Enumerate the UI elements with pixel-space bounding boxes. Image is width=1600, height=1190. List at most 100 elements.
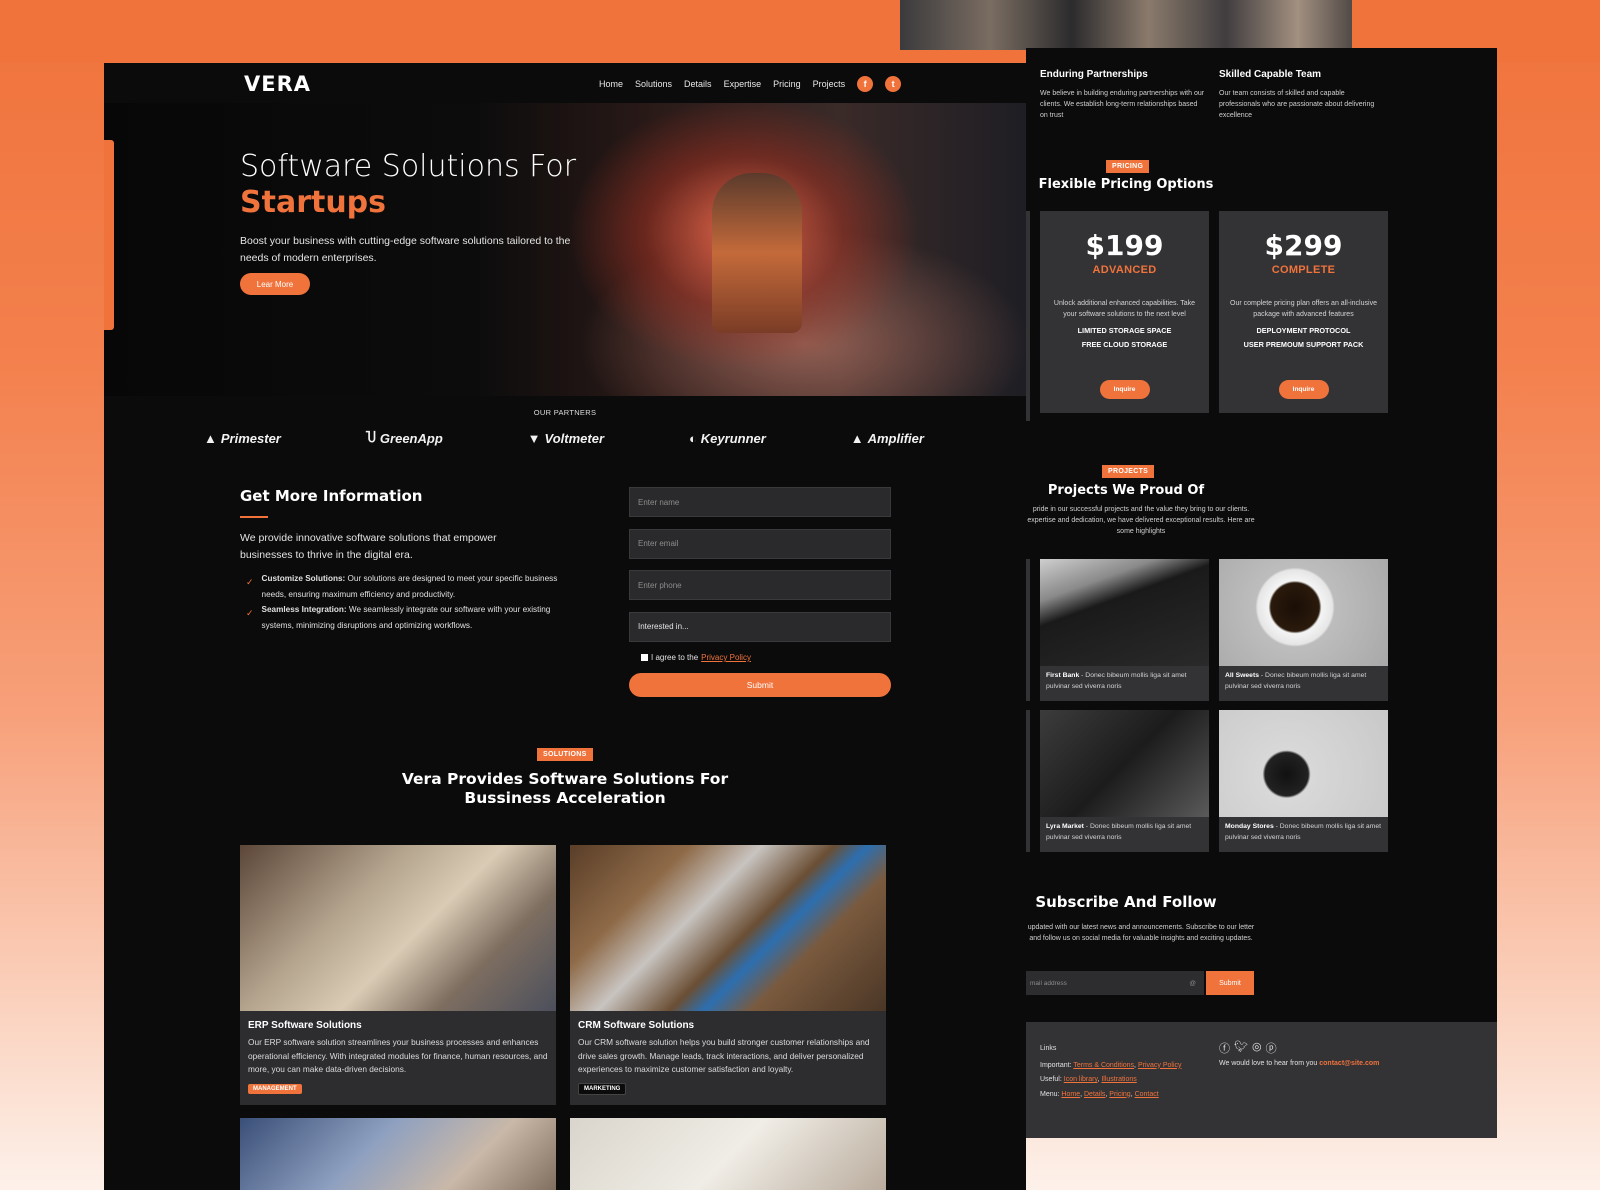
partner-keyrunner[interactable]: ◐ Keyrunner bbox=[689, 430, 766, 446]
vera-logo[interactable]: VERA bbox=[244, 72, 311, 96]
partners-row: ▲ Primester Ⴎ GreenApp ▼ Voltmeter ◐ Keyrunn… bbox=[204, 430, 924, 446]
name-input[interactable]: Enter name bbox=[629, 487, 891, 517]
partner-name: Voltmeter bbox=[544, 430, 605, 446]
headphones-image bbox=[1219, 710, 1388, 817]
price-amount: $299 bbox=[1264, 229, 1343, 262]
crm-solution-card[interactable]: CRM Software Solutions Our CRM software … bbox=[570, 845, 886, 1105]
project-card-monday-stores[interactable]: Monday Stores - Donec bibeum mollis liga… bbox=[1219, 710, 1388, 852]
side-accent-bar bbox=[104, 140, 114, 330]
subscribe-button[interactable]: Submit bbox=[1206, 971, 1254, 995]
footer-social: ⓕ 🐦︎ ◎ ⓟ We would love to hear from you … bbox=[1219, 1040, 1379, 1067]
inquire-button[interactable]: Inquire bbox=[1099, 380, 1150, 399]
privacy-link[interactable]: Privacy Policy bbox=[1138, 1062, 1182, 1069]
info-heading: Get More Information bbox=[240, 487, 423, 505]
project-caption: Lyra Market - Donec bibeum mollis liga s… bbox=[1040, 817, 1209, 843]
card-edge bbox=[1026, 211, 1030, 421]
info-text: We provide innovative software solutions… bbox=[240, 532, 497, 561]
twitter-icon[interactable]: 🐦︎ bbox=[1234, 1040, 1248, 1056]
plan-feature: FREE CLOUD STORAGE bbox=[1081, 340, 1168, 349]
card-text: Our ERP software solution streamlines yo… bbox=[248, 1037, 548, 1074]
agree-checkbox[interactable] bbox=[641, 654, 648, 661]
phone-input[interactable]: Enter phone bbox=[629, 570, 891, 600]
instagram-icon[interactable]: ◎ bbox=[1252, 1040, 1262, 1056]
interest-select[interactable]: Interested in... bbox=[629, 611, 891, 642]
plan-feature: DEPLOYMENT PROTOCOL bbox=[1256, 326, 1351, 335]
feature-enduring-partnerships: Enduring Partnerships We believe in buil… bbox=[1040, 69, 1205, 121]
email-subscribe-input[interactable]: mail address @ bbox=[1026, 971, 1204, 995]
list-item-text: Customize Solutions: Our solutions are d… bbox=[262, 571, 566, 602]
footer-details-link[interactable]: Details bbox=[1084, 1091, 1105, 1098]
feature-title: Skilled Capable Team bbox=[1219, 69, 1322, 80]
plan-feature: LIMITED STORAGE SPACE bbox=[1077, 326, 1172, 335]
card-title: ERP Software Solutions bbox=[248, 1020, 362, 1031]
facebook-icon[interactable]: ⓕ bbox=[1219, 1040, 1230, 1056]
at-icon: @ bbox=[1189, 979, 1196, 987]
card-title: CRM Software Solutions bbox=[578, 1020, 695, 1031]
heading-underline bbox=[240, 516, 268, 518]
learn-more-button[interactable]: Lear More bbox=[240, 273, 310, 295]
footer-home-link[interactable]: Home bbox=[1061, 1091, 1080, 1098]
projects-tag: PROJECTS bbox=[1102, 465, 1155, 478]
contact-email-link[interactable]: contact@site.com bbox=[1319, 1060, 1379, 1067]
hero-title-main: Software Solutions For bbox=[240, 149, 577, 184]
hero-subtitle: Boost your business with cutting-edge so… bbox=[240, 235, 571, 264]
project-card-all-sweets[interactable]: All Sweets - Donec bibeum mollis liga si… bbox=[1219, 559, 1388, 701]
form-submit-button[interactable]: Submit bbox=[629, 673, 891, 697]
field-notes-image bbox=[1040, 710, 1209, 817]
partner-name: Primester bbox=[220, 430, 281, 446]
solutions-title-text: Vera Provides Software Solutions For Bus… bbox=[401, 770, 729, 807]
nav-expertise[interactable]: Expertise bbox=[724, 79, 762, 89]
illustrations-link[interactable]: Illustrations bbox=[1101, 1076, 1136, 1083]
partner-amplifier[interactable]: ▲ Amplifier bbox=[851, 430, 924, 446]
feature-title: Enduring Partnerships bbox=[1040, 69, 1148, 80]
icon-library-link[interactable]: Icon library bbox=[1064, 1076, 1098, 1083]
project-name: Monday Stores bbox=[1225, 823, 1274, 830]
projects-title: Projects We Proud Of bbox=[1047, 483, 1205, 498]
amplifier-logo-icon: ▲ bbox=[850, 430, 864, 446]
useful-links-row: Useful: Icon library, Illustrations bbox=[1040, 1076, 1137, 1083]
plan-description: Our complete pricing plan offers an all-… bbox=[1230, 300, 1377, 318]
card-edge bbox=[1026, 559, 1030, 701]
footer-links: Links Important: Terms & Conditions, Pri… bbox=[1040, 1042, 1182, 1102]
partner-primester[interactable]: ▲ Primester bbox=[204, 430, 281, 446]
primester-logo-icon: ▲ bbox=[204, 430, 217, 446]
footer-contact-link[interactable]: Contact bbox=[1135, 1091, 1159, 1098]
plan-name: ADVANCED bbox=[1092, 264, 1157, 276]
feature-skilled-team: Skilled Capable Team Our team consists o… bbox=[1219, 69, 1384, 121]
partner-name: GreenApp bbox=[379, 430, 443, 446]
terms-link[interactable]: Terms & Conditions bbox=[1073, 1062, 1134, 1069]
credit-card-image bbox=[1040, 559, 1209, 666]
partner-greenapp[interactable]: Ⴎ GreenApp bbox=[366, 430, 443, 446]
smoke-figure-image bbox=[712, 173, 802, 333]
price-amount: $199 bbox=[1085, 229, 1164, 262]
secondary-page-panel: Enduring Partnerships We believe in buil… bbox=[1026, 48, 1497, 1022]
subscribe-text: updated with our latest news and announc… bbox=[1027, 924, 1255, 942]
erp-solution-card[interactable]: ERP Software Solutions Our ERP software … bbox=[240, 845, 556, 1105]
list-item: ✓ Customize Solutions: Our solutions are… bbox=[246, 571, 566, 602]
project-card-lyra-market[interactable]: Lyra Market - Donec bibeum mollis liga s… bbox=[1040, 710, 1209, 852]
nav-pricing[interactable]: Pricing bbox=[773, 79, 801, 89]
partner-voltmeter[interactable]: ▼ Voltmeter bbox=[528, 430, 604, 446]
pinterest-icon[interactable]: ⓟ bbox=[1266, 1040, 1277, 1056]
twitter-icon[interactable]: t bbox=[885, 76, 902, 92]
charts-image-card bbox=[570, 1118, 886, 1190]
footer-pricing-link[interactable]: Pricing bbox=[1109, 1091, 1130, 1098]
price-card-complete: $299 COMPLETE Our complete pricing plan … bbox=[1219, 211, 1388, 413]
row-label: Useful: bbox=[1040, 1076, 1062, 1083]
partner-name: Keyrunner bbox=[700, 430, 766, 446]
nav-projects[interactable]: Projects bbox=[813, 79, 846, 89]
nav-details[interactable]: Details bbox=[684, 79, 712, 89]
nav-home[interactable]: Home bbox=[599, 79, 623, 89]
contact-text: We would love to hear from you bbox=[1219, 1060, 1318, 1067]
voltmeter-logo-icon: ▼ bbox=[527, 430, 541, 446]
privacy-policy-link[interactable]: Privacy Policy bbox=[701, 653, 751, 662]
facebook-icon[interactable]: f bbox=[857, 76, 874, 92]
check-icon: ✓ bbox=[246, 577, 254, 587]
project-card-first-bank[interactable]: First Bank - Donec bibeum mollis liga si… bbox=[1040, 559, 1209, 701]
inquire-button[interactable]: Inquire bbox=[1278, 380, 1329, 399]
site-footer: Links Important: Terms & Conditions, Pri… bbox=[1026, 1022, 1497, 1138]
email-input[interactable]: Enter email bbox=[629, 528, 891, 559]
list-item-text: Seamless Integration: We seamlessly inte… bbox=[262, 602, 566, 633]
nav-solutions[interactable]: Solutions bbox=[635, 79, 672, 89]
hero-title-accent: Startups bbox=[240, 185, 387, 220]
